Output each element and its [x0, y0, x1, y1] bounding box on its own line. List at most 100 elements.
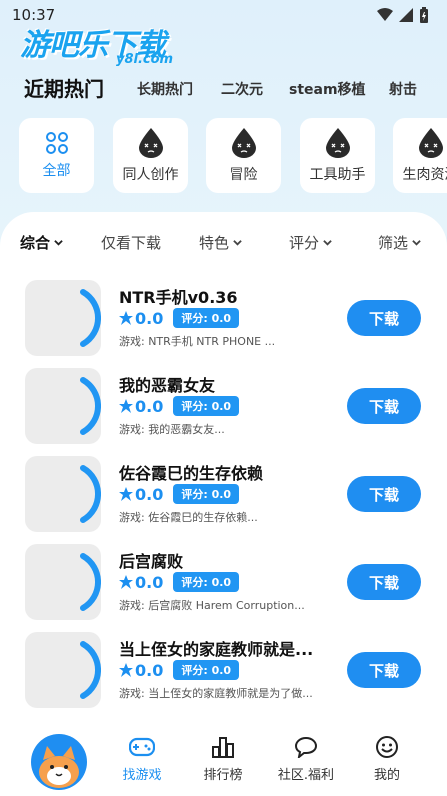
game-description: 游戏: 后宫腐败 Harem Corruption... — [119, 599, 305, 612]
loading-spinner-icon — [80, 377, 101, 435]
signal-icon — [399, 8, 413, 22]
category-label: 工具助手 — [309, 166, 366, 183]
star-icon — [119, 487, 133, 501]
score-badge: 评分: 0.0 — [173, 308, 240, 328]
drop-face-icon — [325, 127, 350, 158]
filter-screen[interactable]: 筛选 — [378, 232, 421, 253]
cat-mascot-icon — [39, 746, 79, 788]
download-button[interactable]: 下载 — [347, 300, 421, 336]
nav-label: 找游戏 — [122, 768, 162, 783]
star-icon — [119, 399, 133, 413]
category-label: 同人创作 — [122, 166, 179, 183]
game-rating-row: 0.0 评分: 0.0 — [119, 308, 240, 328]
wifi-icon — [377, 8, 393, 21]
category-label: 冒险 — [229, 166, 258, 183]
category-raw-resources[interactable]: 生肉资源 — [393, 118, 447, 193]
download-button[interactable]: 下载 — [347, 652, 421, 688]
star-icon — [119, 575, 133, 589]
mascot-avatar-button[interactable] — [31, 734, 87, 790]
category-tools[interactable]: 工具助手 — [300, 118, 375, 193]
filter-featured[interactable]: 特色 — [199, 232, 242, 253]
game-rating: 0.0 — [135, 660, 164, 680]
game-thumbnail — [25, 368, 101, 444]
game-title: 佐谷霞巳的生存依赖 — [119, 464, 264, 483]
score-badge: 评分: 0.0 — [173, 396, 240, 416]
tab-recent-hot[interactable]: 近期热门 — [24, 73, 104, 102]
star-icon — [119, 663, 133, 677]
loading-spinner-icon — [80, 641, 101, 699]
game-rating-row: 0.0 评分: 0.0 — [119, 660, 240, 680]
tab-shooter[interactable]: 射击 — [389, 79, 417, 99]
game-list-item[interactable]: 我的恶霸女友 0.0 评分: 0.0 游戏: 我的恶霸女友... 下载 — [0, 368, 447, 448]
game-thumbnail — [25, 456, 101, 532]
nav-label: 排行榜 — [203, 768, 243, 783]
game-list-item[interactable]: 后宫腐败 0.0 评分: 0.0 游戏: 后宫腐败 Harem Corrupti… — [0, 544, 447, 624]
logo-subtitle: y8l.com — [116, 52, 174, 67]
app-logo: 游吧乐下载 y8l.com — [20, 20, 190, 70]
filter-label: 综合 — [20, 234, 51, 252]
loading-spinner-icon — [80, 465, 101, 523]
game-rating: 0.0 — [135, 572, 164, 592]
game-description: 游戏: NTR手机 NTR PHONE ... — [119, 335, 276, 348]
nav-rankings[interactable]: 排行榜 — [183, 736, 263, 783]
loading-spinner-icon — [80, 553, 101, 611]
filter-download-only[interactable]: 仅看下载 — [101, 232, 161, 253]
chevron-down-icon — [323, 240, 332, 246]
nav-profile[interactable]: 我的 — [347, 736, 427, 783]
status-icons — [377, 7, 429, 23]
download-button[interactable]: 下载 — [347, 476, 421, 512]
drop-face-icon — [138, 127, 163, 158]
nav-label: 社区.福利 — [277, 768, 335, 783]
filter-score[interactable]: 评分 — [289, 232, 332, 253]
game-description: 游戏: 当上侄女的家庭教师就是为了做... — [119, 687, 313, 700]
game-list-item[interactable]: NTR手机v0.36 0.0 评分: 0.0 游戏: NTR手机 NTR PHO… — [0, 280, 447, 360]
loading-spinner-icon — [80, 289, 101, 347]
filter-bar: 综合 仅看下载 特色 评分 筛选 — [0, 232, 447, 256]
game-title: 我的恶霸女友 — [119, 376, 216, 395]
chat-bubble-icon — [294, 736, 318, 758]
game-rating-row: 0.0 评分: 0.0 — [119, 572, 240, 592]
filter-label: 仅看下载 — [101, 234, 162, 252]
category-label: 生肉资源 — [402, 166, 447, 183]
game-rating: 0.0 — [135, 396, 164, 416]
filter-comprehensive[interactable]: 综合 — [20, 232, 63, 253]
game-list-item[interactable]: 当上侄女的家庭教师就是... 0.0 评分: 0.0 游戏: 当上侄女的家庭教师… — [0, 632, 447, 712]
category-row: 全部 同人创作 冒险 工具助手 生肉资源 — [0, 118, 447, 194]
smiley-icon — [376, 736, 398, 758]
nav-community[interactable]: 社区.福利 — [266, 736, 346, 783]
game-thumbnail — [25, 632, 101, 708]
tab-anime[interactable]: 二次元 — [221, 79, 263, 99]
nav-find-games[interactable]: 找游戏 — [102, 736, 182, 783]
game-rating-row: 0.0 评分: 0.0 — [119, 484, 240, 504]
score-badge: 评分: 0.0 — [173, 660, 240, 680]
chevron-down-icon — [233, 240, 242, 246]
game-title: 当上侄女的家庭教师就是... — [119, 640, 314, 659]
filter-label: 筛选 — [378, 234, 409, 252]
category-all[interactable]: 全部 — [19, 118, 94, 193]
download-button[interactable]: 下载 — [347, 388, 421, 424]
game-list-panel: 综合 仅看下载 特色 评分 筛选 NTR手机v0.36 0.0 评分: 0.0 — [0, 212, 447, 796]
download-button[interactable]: 下载 — [347, 564, 421, 600]
star-icon — [119, 311, 133, 325]
drop-face-icon — [418, 127, 443, 158]
tab-steam-port[interactable]: steam移植 — [289, 79, 366, 99]
chevron-down-icon — [412, 240, 421, 246]
battery-icon — [420, 7, 428, 23]
category-fan-creation[interactable]: 同人创作 — [113, 118, 188, 193]
game-list-item[interactable]: 佐谷霞巳的生存依赖 0.0 评分: 0.0 游戏: 佐谷霞巳的生存依赖... 下… — [0, 456, 447, 536]
game-thumbnail — [25, 544, 101, 620]
bar-chart-icon — [212, 737, 234, 758]
category-adventure[interactable]: 冒险 — [206, 118, 281, 193]
score-badge: 评分: 0.0 — [173, 484, 240, 504]
game-rating-row: 0.0 评分: 0.0 — [119, 396, 240, 416]
game-thumbnail — [25, 280, 101, 356]
game-rating: 0.0 — [135, 308, 164, 328]
game-description: 游戏: 我的恶霸女友... — [119, 423, 225, 436]
game-title: NTR手机v0.36 — [119, 288, 238, 307]
gamepad-icon — [129, 737, 155, 757]
grid-icon — [45, 131, 68, 154]
score-badge: 评分: 0.0 — [173, 572, 240, 592]
tab-long-hot[interactable]: 长期热门 — [137, 79, 193, 99]
top-tabs: 近期热门 长期热门 二次元 steam移植 射击 — [0, 72, 447, 104]
category-label: 全部 — [42, 162, 71, 179]
